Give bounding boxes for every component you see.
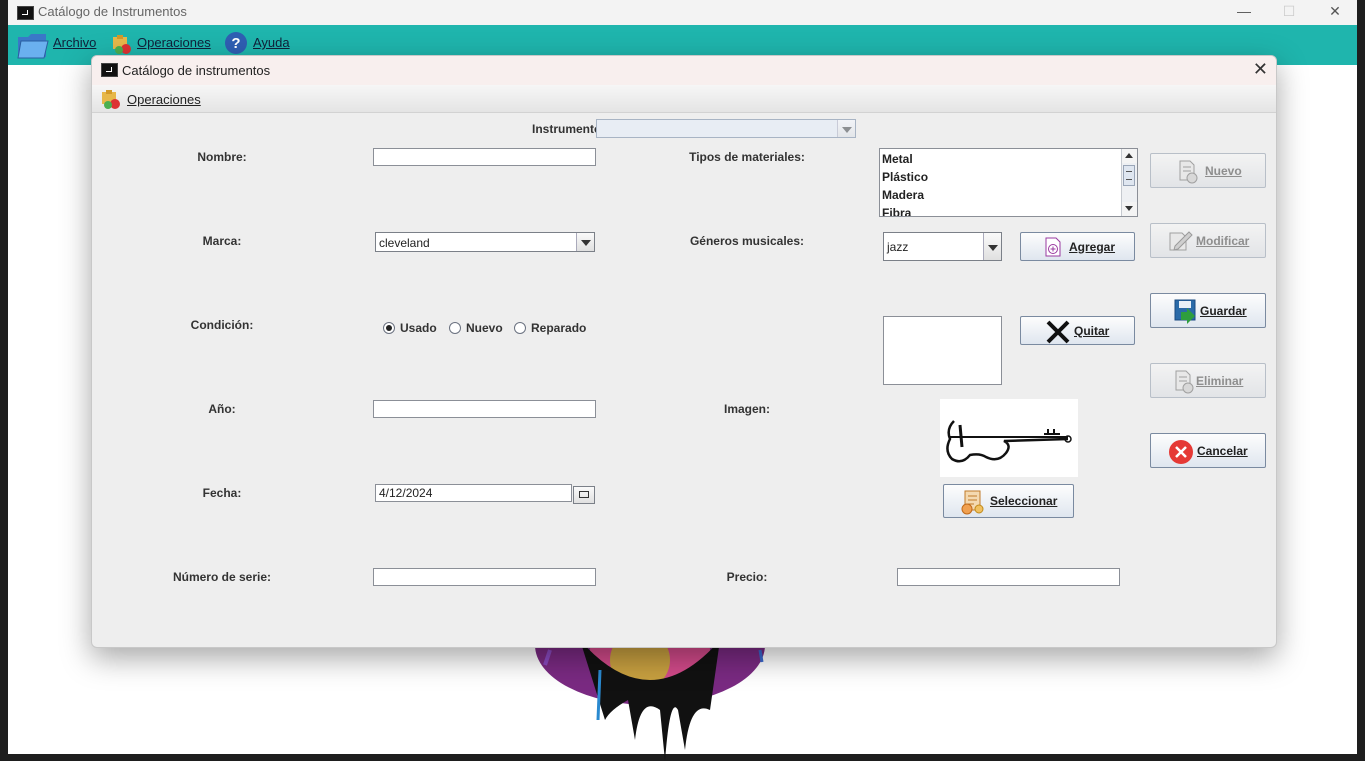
modificar-label: Modificar [1196, 233, 1250, 248]
seleccionar-label: Seleccionar [990, 494, 1058, 508]
fecha-field[interactable]: 4/12/2024 [375, 484, 572, 502]
generos-label: Géneros musicales: [689, 234, 805, 248]
anio-field[interactable] [373, 400, 596, 418]
menu-ayuda[interactable]: Ayuda [253, 35, 290, 50]
generos-list[interactable] [883, 316, 1002, 385]
guardar-button[interactable]: Guardar [1150, 293, 1266, 328]
scroll-up-icon[interactable] [1122, 149, 1137, 163]
materiales-label: Tipos de materiales: [689, 150, 805, 164]
main-titlebar: Catálogo de Instrumentos — ☐ ✕ [8, 0, 1357, 25]
close-window-icon[interactable]: ✕ [1312, 0, 1358, 25]
remove-x-icon [1046, 320, 1070, 344]
chevron-down-icon[interactable] [837, 120, 855, 137]
generos-value: jazz [887, 240, 909, 254]
nombre-label: Nombre: [197, 150, 247, 164]
marca-label: Marca: [202, 234, 242, 248]
cancel-icon [1169, 440, 1193, 464]
imagen-label: Imagen: [723, 402, 770, 416]
precio-label: Precio: [726, 570, 768, 584]
eliminar-button[interactable]: Eliminar [1150, 363, 1266, 398]
generos-select[interactable]: jazz [883, 232, 1002, 261]
dialog-title: Catálogo de instrumentos [122, 63, 271, 78]
list-item[interactable]: Metal [882, 152, 913, 166]
scroll-down-icon[interactable] [1122, 202, 1137, 216]
menu-operaciones[interactable]: Operaciones [137, 35, 211, 50]
svg-text:?: ? [231, 35, 240, 52]
dialog-menu-operaciones[interactable]: Operaciones [127, 92, 201, 107]
radio-reparado[interactable] [514, 322, 526, 334]
agregar-button[interactable]: Agregar [1020, 232, 1135, 261]
radio-reparado-label: Reparado [531, 321, 587, 335]
materiales-list[interactable]: Metal Plástico Madera Fibra [879, 148, 1138, 217]
save-icon [1174, 299, 1196, 324]
maximize-icon[interactable]: ☐ [1266, 0, 1312, 25]
anio-label: Año: [208, 402, 236, 416]
agregar-label: Agregar [1069, 239, 1116, 254]
quitar-button[interactable]: Quitar [1020, 316, 1135, 345]
instrumentos-select[interactable] [596, 119, 856, 138]
minimize-icon[interactable]: — [1221, 0, 1267, 25]
eliminar-label: Eliminar [1196, 373, 1244, 388]
radio-usado-label: Usado [400, 321, 437, 335]
dialog-titlebar: Catálogo de instrumentos ✕ [92, 56, 1276, 85]
list-item[interactable]: Plástico [882, 170, 928, 184]
java-app-icon [17, 6, 34, 20]
serie-label: Número de serie: [172, 570, 272, 584]
chevron-down-icon[interactable] [983, 233, 1001, 260]
instruments-dialog: Catálogo de instrumentos ✕ Operaciones I… [91, 55, 1277, 648]
guardar-label: Guardar [1200, 303, 1247, 318]
dialog-java-icon [101, 63, 118, 77]
menu-archivo[interactable]: Archivo [53, 35, 96, 50]
radio-nuevo-label: Nuevo [466, 321, 503, 335]
cancelar-button[interactable]: Cancelar [1150, 433, 1266, 468]
folder-icon [17, 34, 49, 59]
main-window-title: Catálogo de Instrumentos [38, 4, 187, 19]
violin-icon [946, 420, 1072, 463]
seleccionar-button[interactable]: Seleccionar [943, 484, 1074, 518]
quitar-label: Quitar [1074, 323, 1110, 338]
dialog-menubar: Operaciones [92, 85, 1276, 113]
marca-select[interactable]: cleveland [375, 232, 595, 252]
new-document-icon [1179, 160, 1198, 184]
dialog-operations-icon [102, 90, 120, 109]
scroll-thumb[interactable] [1123, 165, 1135, 186]
edit-document-icon [1169, 231, 1193, 251]
list-item[interactable]: Fibra [882, 206, 911, 216]
nuevo-button[interactable]: Nuevo [1150, 153, 1266, 188]
fecha-label: Fecha: [202, 486, 242, 500]
help-icon: ? [225, 32, 247, 54]
list-item[interactable]: Madera [882, 188, 924, 202]
add-document-icon [1045, 237, 1061, 257]
radio-usado[interactable] [383, 322, 395, 334]
condicion-label: Condición: [190, 318, 254, 332]
chevron-down-icon[interactable] [576, 233, 594, 251]
materiales-scrollbar[interactable] [1121, 149, 1137, 216]
serie-field[interactable] [373, 568, 596, 586]
marca-value: cleveland [379, 236, 430, 250]
operations-icon [113, 35, 131, 54]
instrumentos-label: Instrumentos: [531, 122, 612, 136]
nuevo-label: Nuevo [1205, 163, 1242, 178]
precio-field[interactable] [897, 568, 1120, 586]
calendar-icon[interactable] [573, 486, 595, 504]
delete-document-icon [1175, 370, 1194, 394]
cancelar-label: Cancelar [1197, 443, 1248, 458]
nombre-field[interactable] [373, 148, 596, 166]
modificar-button[interactable]: Modificar [1150, 223, 1266, 258]
instrument-image [940, 399, 1078, 477]
radio-nuevo[interactable] [449, 322, 461, 334]
select-file-icon [961, 490, 984, 515]
dialog-close-icon[interactable]: ✕ [1253, 59, 1268, 80]
